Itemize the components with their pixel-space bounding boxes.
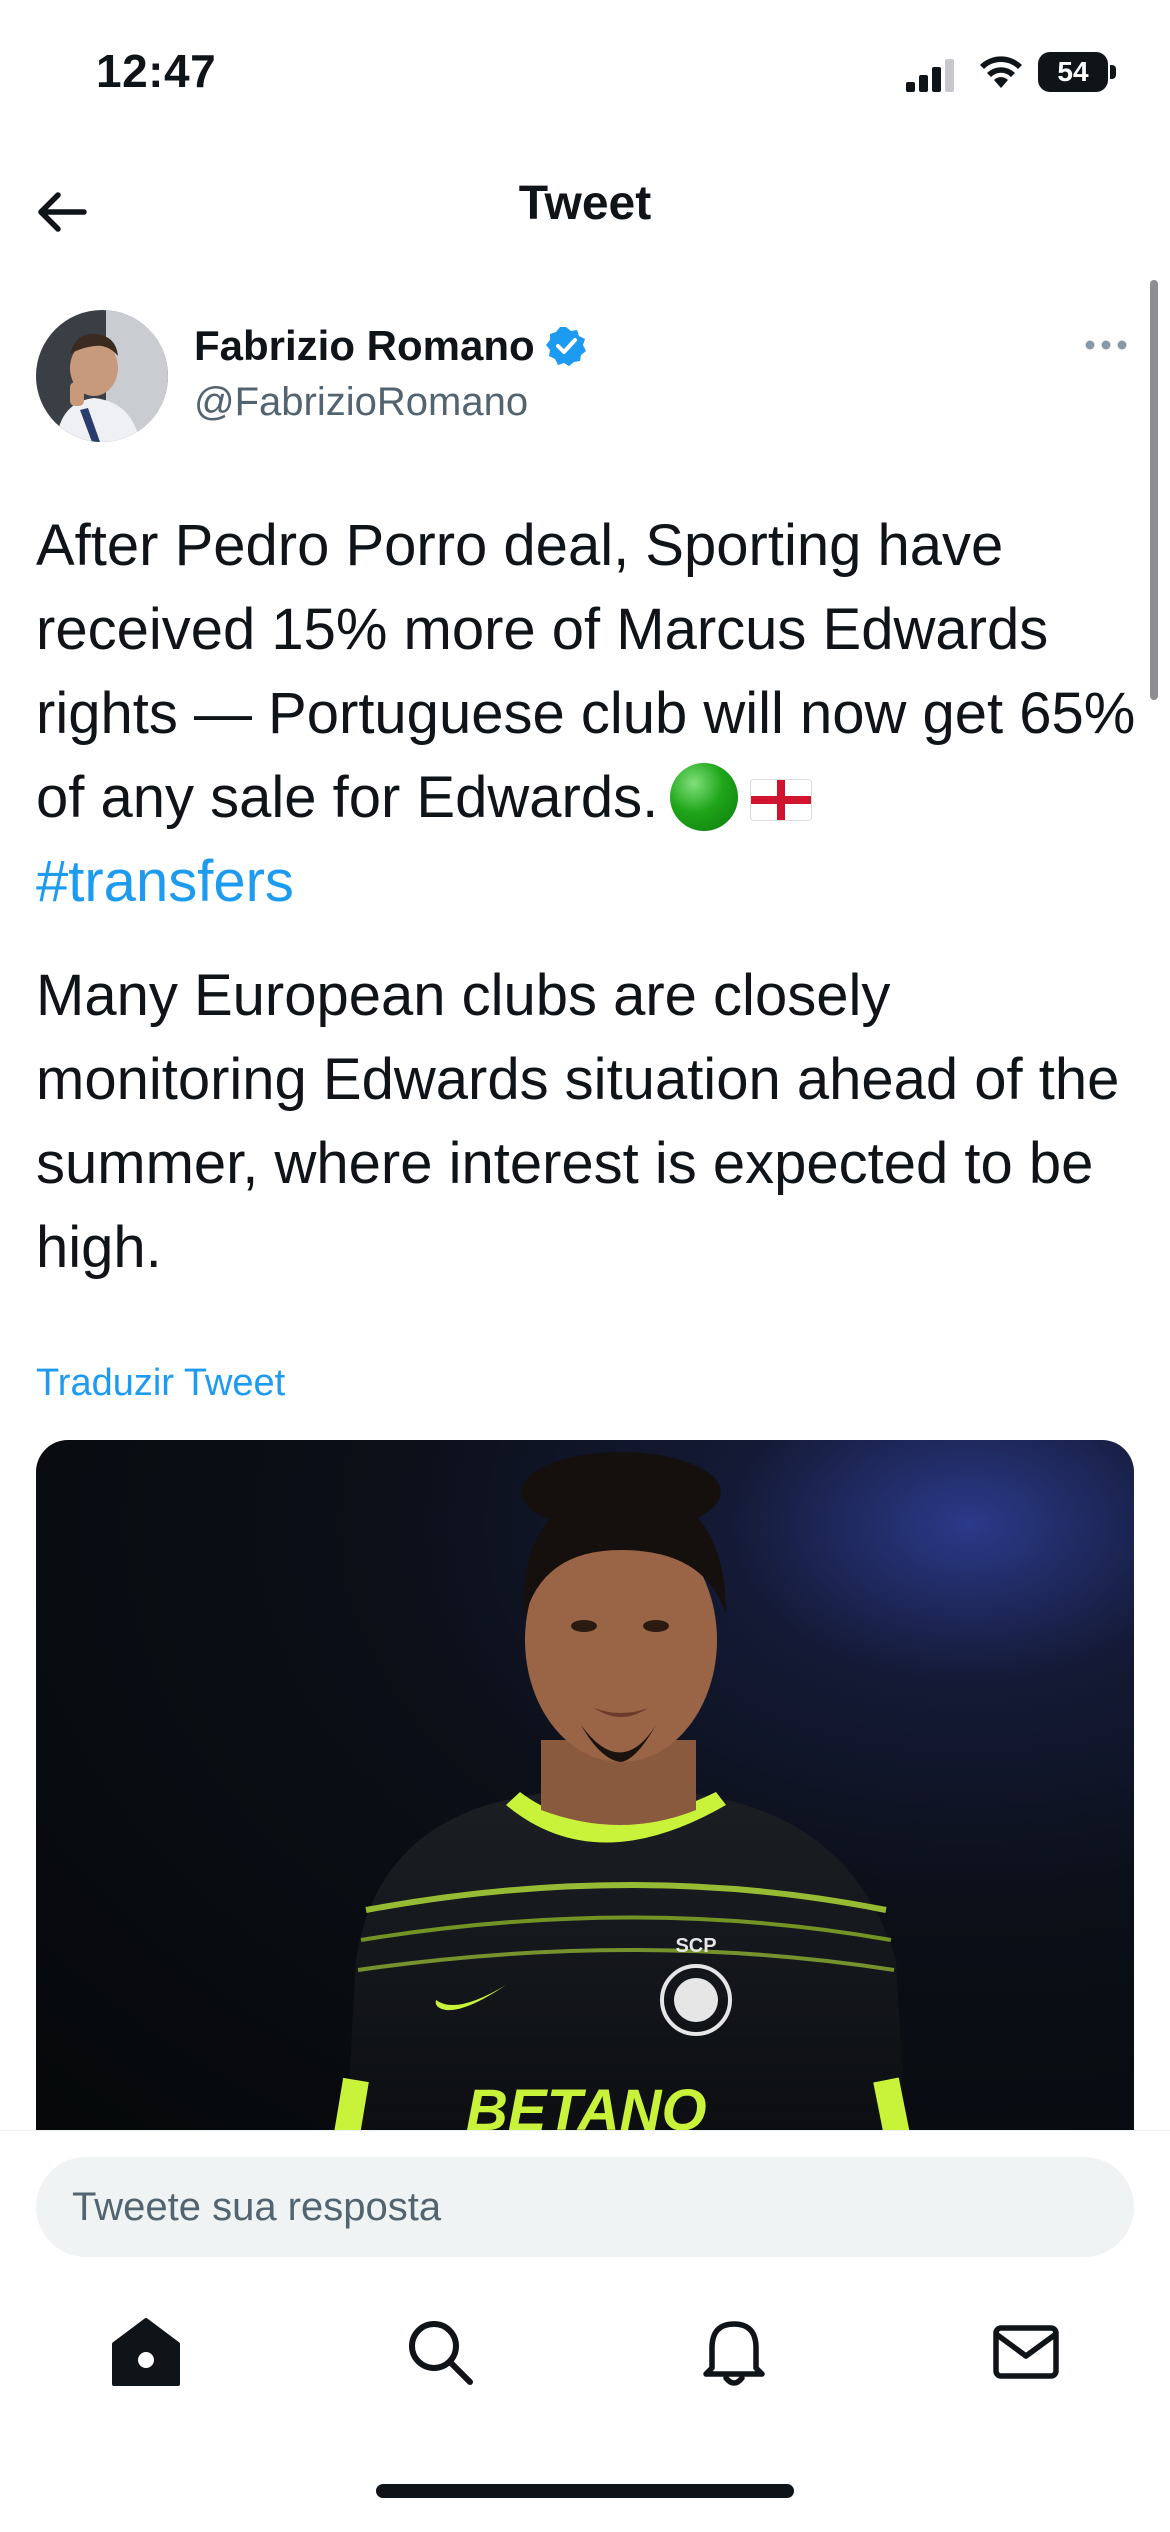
scrollbar[interactable] — [1150, 280, 1158, 700]
status-time: 12:47 — [96, 45, 217, 97]
hashtag-link[interactable]: #transfers — [36, 849, 294, 914]
more-options-icon[interactable] — [1082, 330, 1130, 360]
cellular-signal-icon — [906, 59, 954, 92]
author-handle[interactable]: @FabrizioRomano — [194, 380, 528, 425]
author-name-text: Fabrizio Romano — [194, 322, 535, 369]
tweet-paragraph-1: After Pedro Porro deal, Sporting have re… — [36, 504, 1136, 924]
green-circle-emoji — [670, 763, 739, 831]
player-photo: SCP BETANO — [333, 1452, 911, 2140]
crest-text: SCP — [675, 1935, 716, 1957]
tweet-paragraph-1-text: After Pedro Porro deal, Sporting have re… — [36, 513, 1136, 830]
page-title: Tweet — [518, 177, 652, 230]
battery-level: 54 — [1038, 52, 1108, 92]
author-name[interactable]: Fabrizio Romano — [194, 322, 587, 370]
home-icon[interactable] — [106, 2312, 186, 2392]
home-indicator[interactable] — [376, 2484, 794, 2498]
battery-indicator: 54 — [1038, 52, 1116, 92]
reply-bar — [0, 2130, 1170, 2271]
translate-tweet-link[interactable]: Traduzir Tweet — [36, 1362, 285, 1405]
messages-icon[interactable] — [986, 2312, 1066, 2392]
avatar-image — [36, 310, 168, 442]
tweet-media-image[interactable]: SCP BETANO — [36, 1440, 1134, 2140]
england-flag-emoji — [750, 779, 813, 821]
notifications-icon[interactable] — [694, 2312, 774, 2392]
tweet-body: After Pedro Porro deal, Sporting have re… — [36, 504, 1136, 1290]
tweet-paragraph-2: Many European clubs are closely monitori… — [36, 963, 1120, 1280]
search-icon[interactable] — [400, 2312, 480, 2392]
top-nav-bar: Tweet — [0, 150, 1170, 270]
battery-tip — [1110, 65, 1116, 79]
verified-badge-icon — [545, 327, 586, 366]
wifi-icon — [980, 56, 1022, 88]
bottom-tab-bar — [0, 2270, 1170, 2440]
avatar[interactable] — [36, 310, 168, 442]
status-bar: 12:47 54 — [0, 0, 1170, 150]
reply-input[interactable] — [36, 2157, 1134, 2257]
